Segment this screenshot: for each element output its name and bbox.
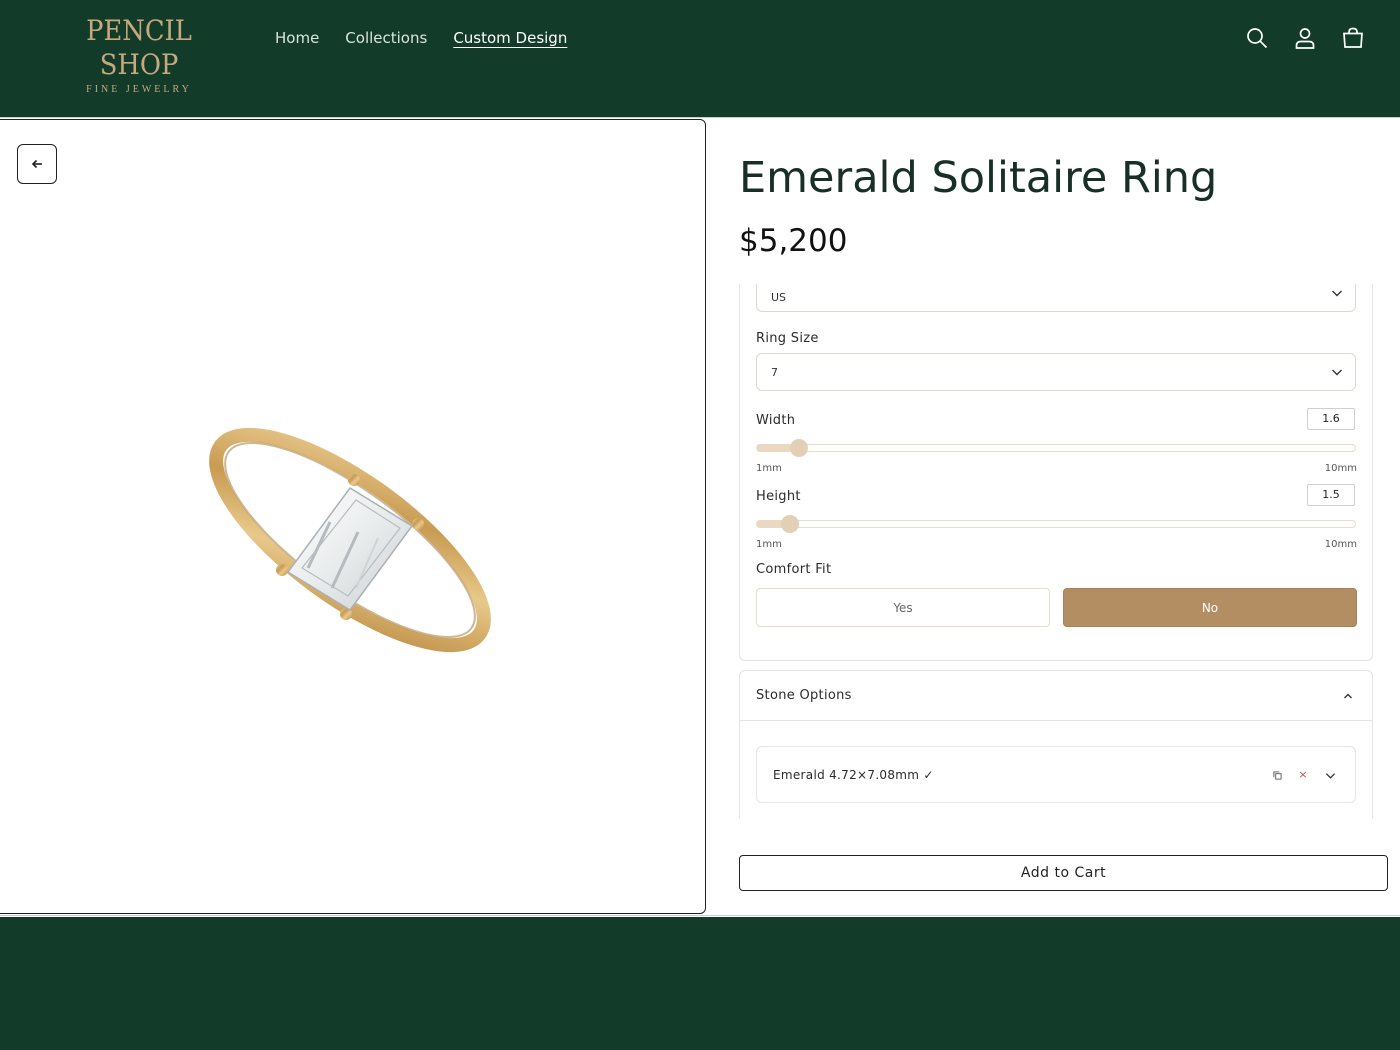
product-price: $5,200 xyxy=(739,223,848,259)
chevron-up-icon xyxy=(1344,693,1352,699)
stone-item-label: Emerald 4.72×7.08mm ✓ xyxy=(773,768,934,782)
size-region-select[interactable]: US xyxy=(756,284,1356,312)
height-input[interactable]: 1.5 xyxy=(1307,484,1355,506)
logo-tagline: FINE JEWELRY xyxy=(86,84,192,95)
nav-home[interactable]: Home xyxy=(275,27,319,49)
product-media-viewer[interactable] xyxy=(0,119,706,914)
chevron-down-icon xyxy=(1332,290,1342,297)
arrow-left-icon xyxy=(31,159,42,169)
nav-custom-design[interactable]: Custom Design xyxy=(453,27,567,49)
width-slider-thumb[interactable] xyxy=(789,439,808,457)
chevron-down-icon xyxy=(1332,369,1342,376)
account-icon[interactable] xyxy=(1293,26,1317,50)
stone-options-toggle[interactable]: Stone Options xyxy=(740,671,1372,721)
height-min-label: 1mm xyxy=(756,539,782,550)
comfort-fit-no-button[interactable]: No xyxy=(1063,588,1357,627)
header-divider xyxy=(0,117,1400,118)
add-to-cart-button[interactable]: Add to Cart xyxy=(739,855,1388,891)
search-icon[interactable] xyxy=(1245,26,1269,50)
height-slider[interactable] xyxy=(756,515,1356,533)
width-input[interactable]: 1.6 xyxy=(1307,408,1355,430)
stone-item[interactable]: Emerald 4.72×7.08mm ✓ × xyxy=(756,746,1356,803)
height-max-label: 10mm xyxy=(1324,539,1357,550)
ring-size-select[interactable]: 7 xyxy=(756,353,1356,391)
header-actions xyxy=(1245,26,1365,50)
main-nav: Home Collections Custom Design xyxy=(275,27,567,49)
width-slider[interactable] xyxy=(756,439,1356,457)
cart-icon[interactable] xyxy=(1341,26,1365,50)
width-label: Width xyxy=(756,413,796,428)
remove-icon[interactable]: × xyxy=(1297,769,1309,781)
stone-options-panel: Stone Options Emerald 4.72×7.08mm ✓ × xyxy=(739,670,1373,818)
chevron-down-icon[interactable] xyxy=(1324,769,1336,781)
ring-options-panel: US Ring Size 7 Width 1.6 1mm 10mm Height… xyxy=(739,284,1373,661)
width-min-label: 1mm xyxy=(756,463,782,474)
height-label: Height xyxy=(756,489,801,504)
back-button[interactable] xyxy=(17,144,57,184)
comfort-fit-yes-button[interactable]: Yes xyxy=(756,588,1050,627)
height-slider-thumb[interactable] xyxy=(780,515,799,533)
site-footer xyxy=(0,917,1400,1050)
product-title: Emerald Solitaire Ring xyxy=(739,153,1218,203)
logo-wordmark: PENCIL SHOP xyxy=(86,14,192,81)
nav-collections[interactable]: Collections xyxy=(345,27,427,49)
ring-image xyxy=(209,427,491,653)
ring-size-value: 7 xyxy=(771,365,778,379)
site-header: PENCIL SHOP FINE JEWELRY Home Collection… xyxy=(0,0,1400,117)
size-region-value: US xyxy=(771,290,787,304)
logo[interactable]: PENCIL SHOP FINE JEWELRY xyxy=(44,14,234,95)
stone-options-title: Stone Options xyxy=(756,688,852,703)
footer-divider xyxy=(0,915,1400,916)
ring-size-label: Ring Size xyxy=(756,331,819,346)
comfort-fit-label: Comfort Fit xyxy=(756,562,832,577)
width-max-label: 10mm xyxy=(1324,463,1357,474)
copy-icon[interactable] xyxy=(1271,769,1283,781)
